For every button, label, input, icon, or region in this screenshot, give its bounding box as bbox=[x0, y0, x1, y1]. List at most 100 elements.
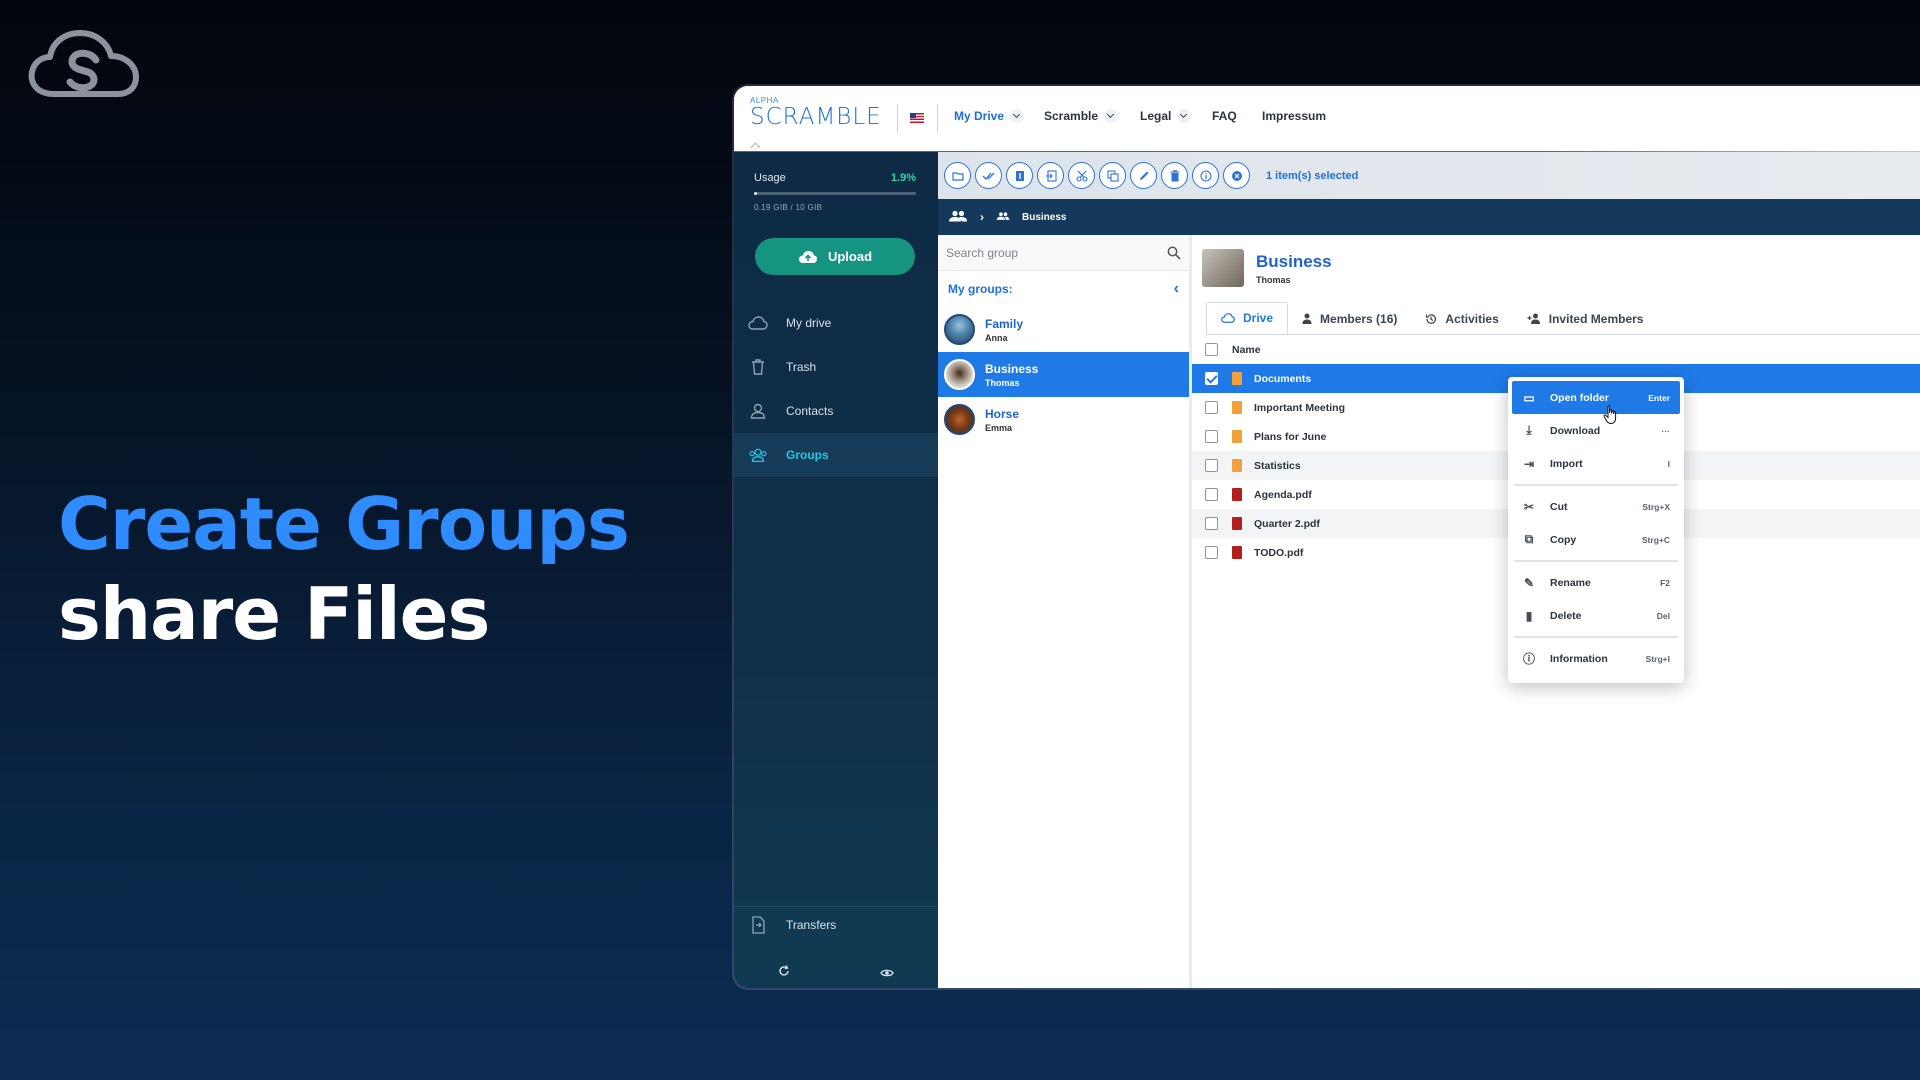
group-name: Business bbox=[985, 361, 1039, 376]
top-navigation-bar: ALPHA SCRAMBLE My Drive Scramble Legal F… bbox=[734, 86, 1920, 154]
clear-selection-button[interactable] bbox=[1223, 162, 1250, 189]
menu-item-open-folder[interactable]: ▭ Open folder Enter bbox=[1512, 381, 1680, 414]
nav-scramble[interactable]: Scramble bbox=[1044, 109, 1119, 123]
search-group-field[interactable]: Search group bbox=[938, 235, 1189, 271]
breadcrumb: › Business bbox=[938, 199, 1920, 235]
group-item-horse[interactable]: Horse Emma bbox=[938, 397, 1189, 442]
sidebar-item-trash[interactable]: Trash bbox=[734, 345, 938, 389]
sidebar-item-transfers[interactable]: Transfers bbox=[734, 903, 938, 947]
history-icon bbox=[1426, 313, 1437, 324]
folder-icon bbox=[1232, 401, 1242, 414]
chevron-down-icon bbox=[1104, 109, 1119, 123]
cloud-icon bbox=[748, 313, 768, 333]
tab-members[interactable]: Members (16) bbox=[1288, 302, 1411, 335]
trash-icon: ▮ bbox=[1525, 608, 1533, 623]
groups-root-icon[interactable] bbox=[948, 210, 968, 225]
tab-activities[interactable]: Activities bbox=[1411, 302, 1512, 335]
tab-label: Members (16) bbox=[1320, 311, 1398, 326]
nav-faq[interactable]: FAQ bbox=[1212, 109, 1237, 123]
file-name: Statistics bbox=[1254, 459, 1301, 472]
import-icon bbox=[1045, 169, 1057, 182]
search-input[interactable]: Search group bbox=[946, 246, 1018, 260]
delete-button[interactable] bbox=[1161, 162, 1188, 189]
select-all-button[interactable] bbox=[975, 162, 1002, 189]
menu-item-rename[interactable]: ✎ Rename F2 bbox=[1512, 566, 1680, 599]
tab-invited-members[interactable]: Invited Members bbox=[1513, 302, 1658, 335]
avatar bbox=[944, 404, 975, 435]
file-name: Quarter 2.pdf bbox=[1254, 517, 1320, 530]
folder-icon: ▭ bbox=[1523, 390, 1535, 405]
row-checkbox[interactable] bbox=[1205, 546, 1218, 559]
sidebar-item-my-drive[interactable]: My drive bbox=[734, 301, 938, 345]
import-icon: ⇥ bbox=[1523, 456, 1535, 471]
sidebar-item-label: Groups bbox=[786, 448, 829, 462]
tab-drive[interactable]: Drive bbox=[1206, 302, 1289, 335]
menu-shortcut: Enter bbox=[1648, 392, 1670, 403]
menu-divider bbox=[1514, 484, 1678, 486]
sidebar-item-groups[interactable]: Groups bbox=[734, 433, 938, 477]
sidebar-item-contacts[interactable]: Contacts bbox=[734, 389, 938, 433]
row-checkbox[interactable] bbox=[1205, 517, 1218, 530]
nav-label: FAQ bbox=[1212, 109, 1237, 123]
group-list-panel: Search group My groups: ‹ Family Anna Bus… bbox=[938, 235, 1192, 988]
menu-item-import[interactable]: ⇥ Import I bbox=[1512, 447, 1680, 480]
group-avatar bbox=[1202, 249, 1244, 287]
menu-item-information[interactable]: ⓘ Information Strg+I bbox=[1512, 642, 1680, 675]
breadcrumb-current[interactable]: Business bbox=[1022, 212, 1066, 223]
hero-line-2: share Files bbox=[58, 572, 490, 656]
information-button[interactable] bbox=[1192, 162, 1219, 189]
copy-button[interactable] bbox=[1099, 162, 1126, 189]
nav-legal[interactable]: Legal bbox=[1140, 109, 1192, 123]
nav-impressum[interactable]: Impressum bbox=[1262, 109, 1326, 123]
file-name: Agenda.pdf bbox=[1254, 488, 1312, 501]
groups-icon bbox=[748, 445, 768, 465]
chevron-down-icon bbox=[1010, 109, 1025, 123]
folder-icon bbox=[951, 171, 964, 181]
group-item-business[interactable]: Business Thomas bbox=[938, 352, 1189, 397]
group-owner: Thomas bbox=[1256, 274, 1291, 285]
brand-cloud-logo-icon bbox=[28, 30, 139, 97]
info-panel-button[interactable] bbox=[1006, 162, 1033, 189]
avatar bbox=[944, 359, 975, 390]
row-checkbox[interactable] bbox=[1205, 459, 1218, 472]
scissors-icon: ✂ bbox=[1523, 499, 1535, 514]
chevron-left-icon[interactable]: ‹ bbox=[1174, 280, 1179, 298]
refresh-icon[interactable] bbox=[778, 964, 790, 982]
row-checkbox[interactable] bbox=[1205, 401, 1218, 414]
menu-label: Open folder bbox=[1550, 391, 1609, 404]
double-check-icon bbox=[982, 172, 994, 180]
tab-label: Invited Members bbox=[1548, 311, 1644, 326]
cut-button[interactable] bbox=[1068, 162, 1095, 189]
row-checkbox[interactable] bbox=[1205, 372, 1218, 385]
menu-item-download[interactable]: ⤓ Download ··· bbox=[1512, 414, 1680, 447]
row-checkbox[interactable] bbox=[1205, 488, 1218, 501]
cloud-upload-icon bbox=[798, 250, 817, 263]
select-all-checkbox[interactable] bbox=[1205, 343, 1218, 356]
menu-item-delete[interactable]: ▮ Delete Del bbox=[1512, 599, 1680, 632]
new-folder-button[interactable] bbox=[944, 162, 971, 189]
upload-button[interactable]: Upload bbox=[755, 238, 915, 275]
nav-my-drive[interactable]: My Drive bbox=[954, 109, 1025, 123]
rename-button[interactable] bbox=[1130, 162, 1157, 189]
menu-shortcut: Strg+X bbox=[1642, 501, 1670, 512]
menu-divider bbox=[1514, 560, 1678, 562]
divider bbox=[897, 104, 898, 132]
group-owner: Emma bbox=[985, 422, 1013, 433]
sidebar-item-label: My drive bbox=[786, 316, 832, 330]
group-tabs: Drive Members (16) Activities Invited Me… bbox=[1206, 301, 1657, 335]
eye-icon[interactable] bbox=[880, 965, 894, 983]
menu-item-cut[interactable]: ✂ Cut Strg+X bbox=[1512, 490, 1680, 523]
column-name[interactable]: Name bbox=[1232, 344, 1261, 356]
menu-label: Rename bbox=[1550, 576, 1591, 589]
search-icon[interactable] bbox=[1167, 246, 1181, 260]
us-flag-icon[interactable] bbox=[910, 113, 924, 123]
scramble-logo[interactable]: ALPHA SCRAMBLE bbox=[750, 96, 882, 129]
import-button[interactable] bbox=[1037, 162, 1064, 189]
tab-label: Drive bbox=[1243, 311, 1274, 325]
copy-icon bbox=[1106, 169, 1119, 182]
group-item-family[interactable]: Family Anna bbox=[938, 307, 1189, 352]
scissors-icon bbox=[1075, 170, 1088, 182]
group-title: Business bbox=[1256, 251, 1332, 271]
menu-item-copy[interactable]: ⧉ Copy Strg+C bbox=[1512, 523, 1680, 556]
row-checkbox[interactable] bbox=[1205, 430, 1218, 443]
